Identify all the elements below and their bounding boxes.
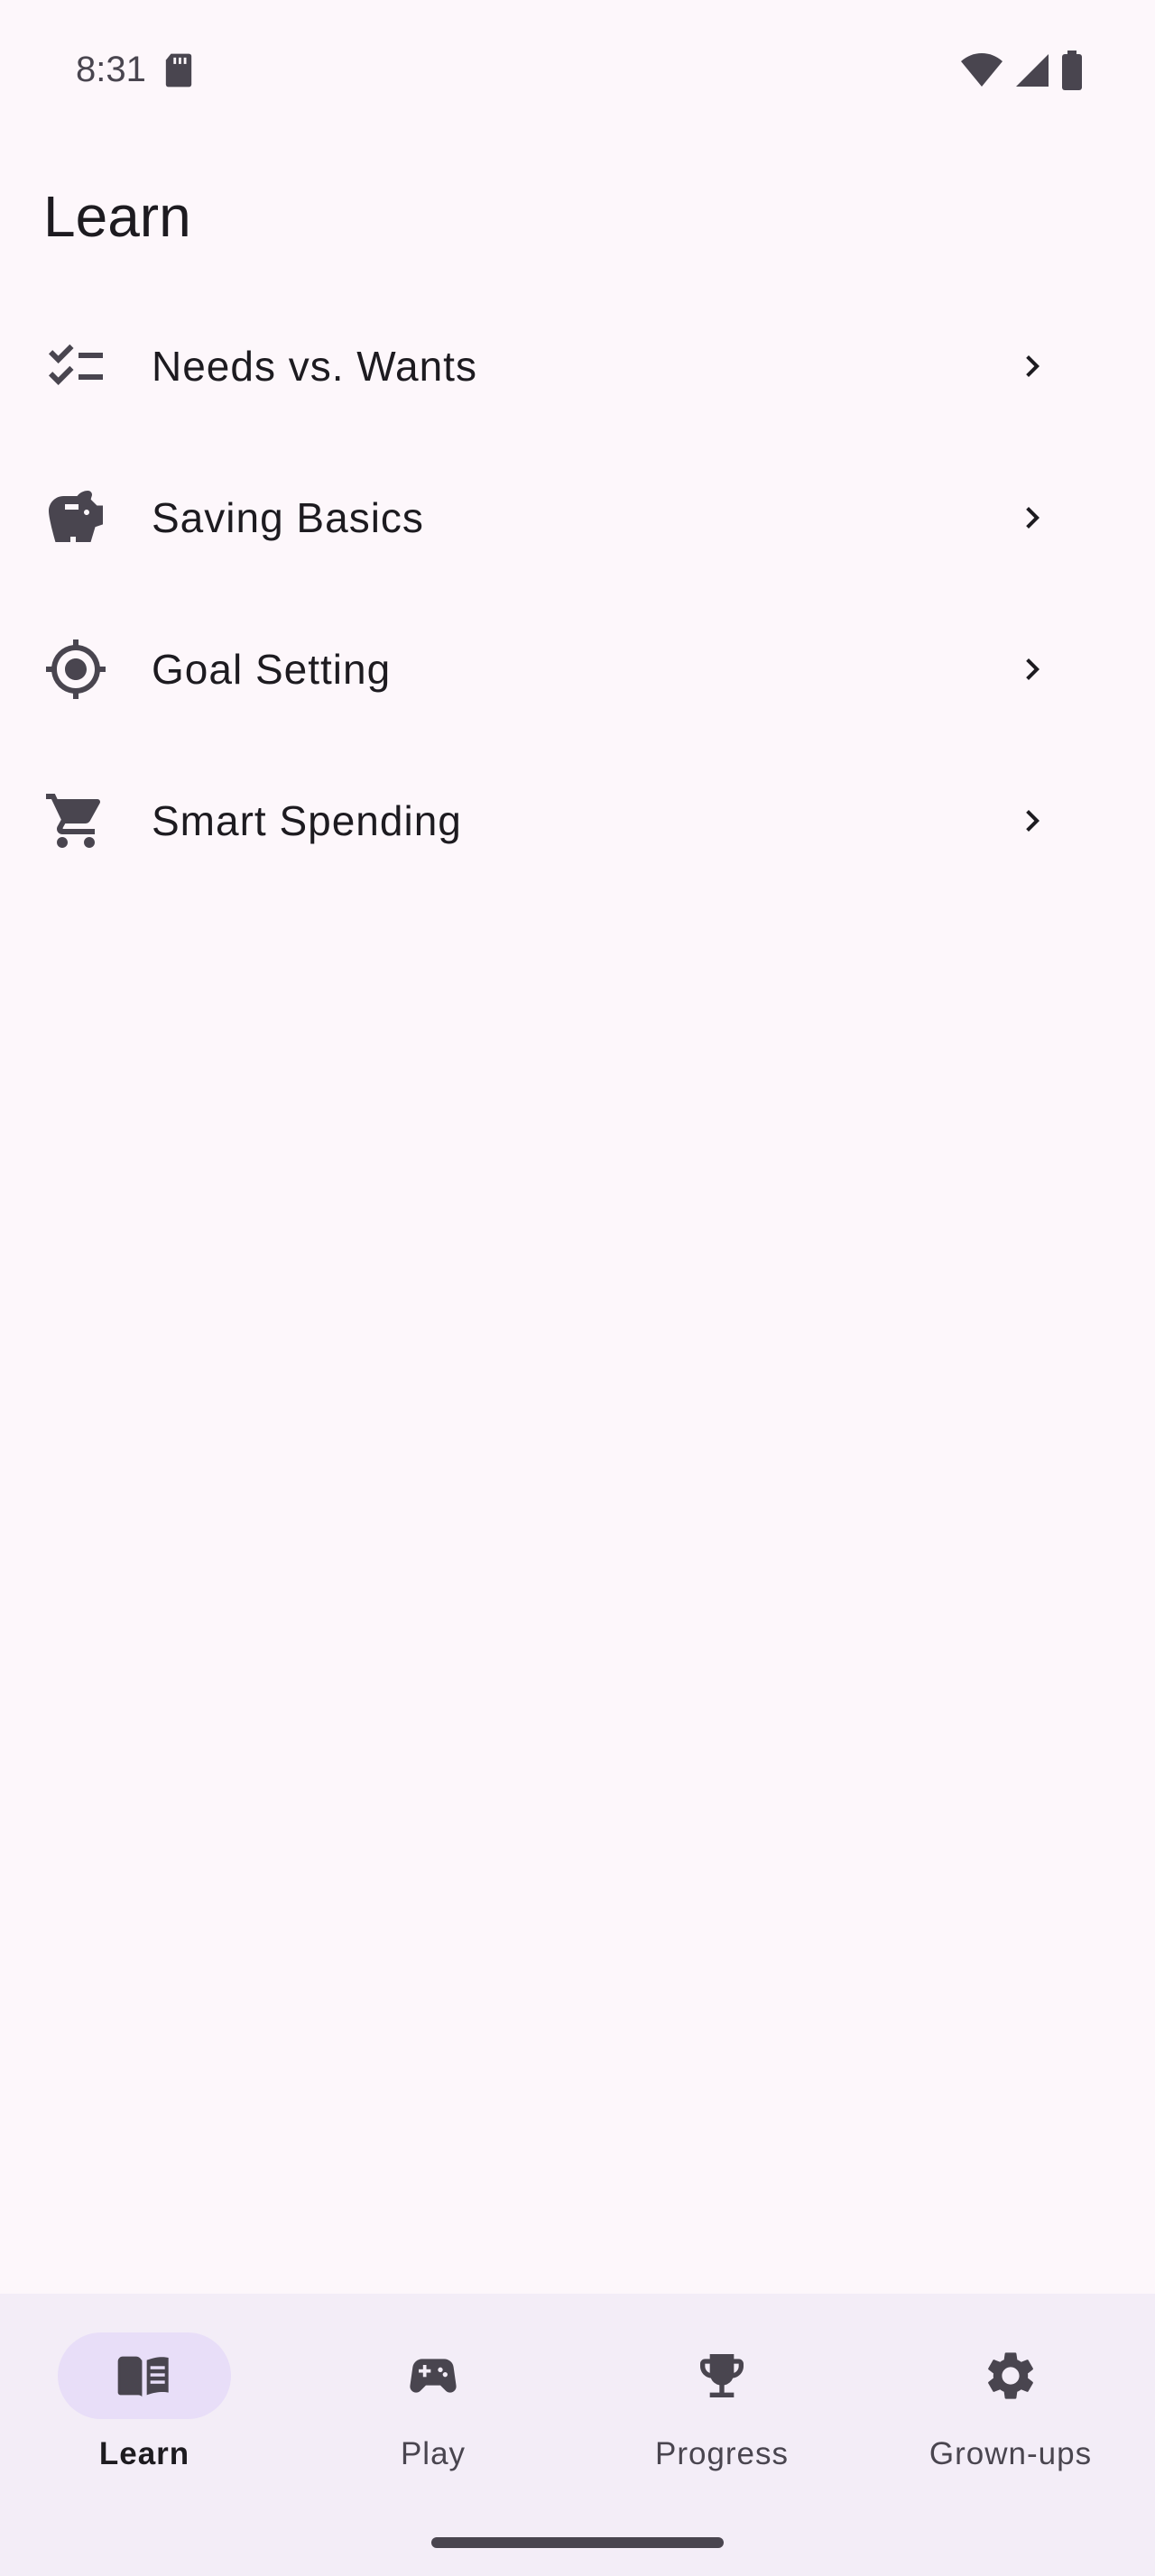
gear-icon bbox=[988, 2352, 1033, 2399]
status-time: 8:31 bbox=[76, 50, 146, 89]
wifi-icon bbox=[961, 53, 1003, 87]
topic-item-smart-spending[interactable]: Smart Spending bbox=[0, 745, 1155, 897]
signal-icon bbox=[1016, 54, 1049, 87]
topic-list: Needs vs. Wants Saving Basics Goal Setti… bbox=[0, 290, 1155, 897]
shopping-cart-icon bbox=[46, 794, 101, 848]
topic-item-goal-setting[interactable]: Goal Setting bbox=[0, 593, 1155, 745]
topic-label: Saving Basics bbox=[152, 494, 424, 541]
battery-icon bbox=[1062, 51, 1082, 90]
book-icon bbox=[117, 2356, 169, 2397]
topic-label: Goal Setting bbox=[152, 646, 392, 693]
gesture-handle[interactable] bbox=[431, 2537, 724, 2548]
nav-label: Progress bbox=[654, 2436, 790, 2471]
nav-icon-container bbox=[635, 2332, 808, 2419]
nav-label: Learn bbox=[98, 2436, 190, 2471]
nav-icon-container bbox=[346, 2332, 520, 2419]
nav-icon-container bbox=[924, 2332, 1097, 2419]
nav-item-progress[interactable]: Progress bbox=[578, 2294, 866, 2474]
checklist-icon bbox=[49, 344, 103, 385]
topic-label: Smart Spending bbox=[152, 797, 462, 844]
status-bar: 8:31 bbox=[0, 0, 1155, 135]
chevron-right-icon bbox=[1026, 355, 1040, 377]
sd-card-icon bbox=[165, 53, 192, 87]
chevron-right-icon bbox=[1026, 810, 1040, 832]
piggy-bank-icon bbox=[49, 491, 103, 542]
topic-label: Needs vs. Wants bbox=[152, 343, 477, 390]
topic-item-needs-vs-wants[interactable]: Needs vs. Wants bbox=[0, 290, 1155, 442]
chevron-right-icon bbox=[1026, 507, 1040, 529]
bottom-navigation: Learn Play Progress Grown-ups bbox=[0, 2294, 1155, 2576]
target-icon bbox=[46, 639, 106, 699]
nav-item-play[interactable]: Play bbox=[289, 2294, 578, 2474]
page-title: Learn bbox=[43, 184, 191, 249]
nav-item-grown-ups[interactable]: Grown-ups bbox=[866, 2294, 1155, 2474]
nav-item-learn[interactable]: Learn bbox=[0, 2294, 289, 2474]
nav-label: Grown-ups bbox=[929, 2436, 1093, 2471]
status-icons bbox=[960, 51, 1083, 90]
chevron-right-icon bbox=[1026, 658, 1040, 680]
trophy-icon bbox=[700, 2354, 744, 2397]
gamepad-icon bbox=[410, 2359, 457, 2393]
nav-label: Play bbox=[400, 2436, 467, 2471]
topic-item-saving-basics[interactable]: Saving Basics bbox=[0, 442, 1155, 593]
active-indicator bbox=[58, 2332, 231, 2419]
